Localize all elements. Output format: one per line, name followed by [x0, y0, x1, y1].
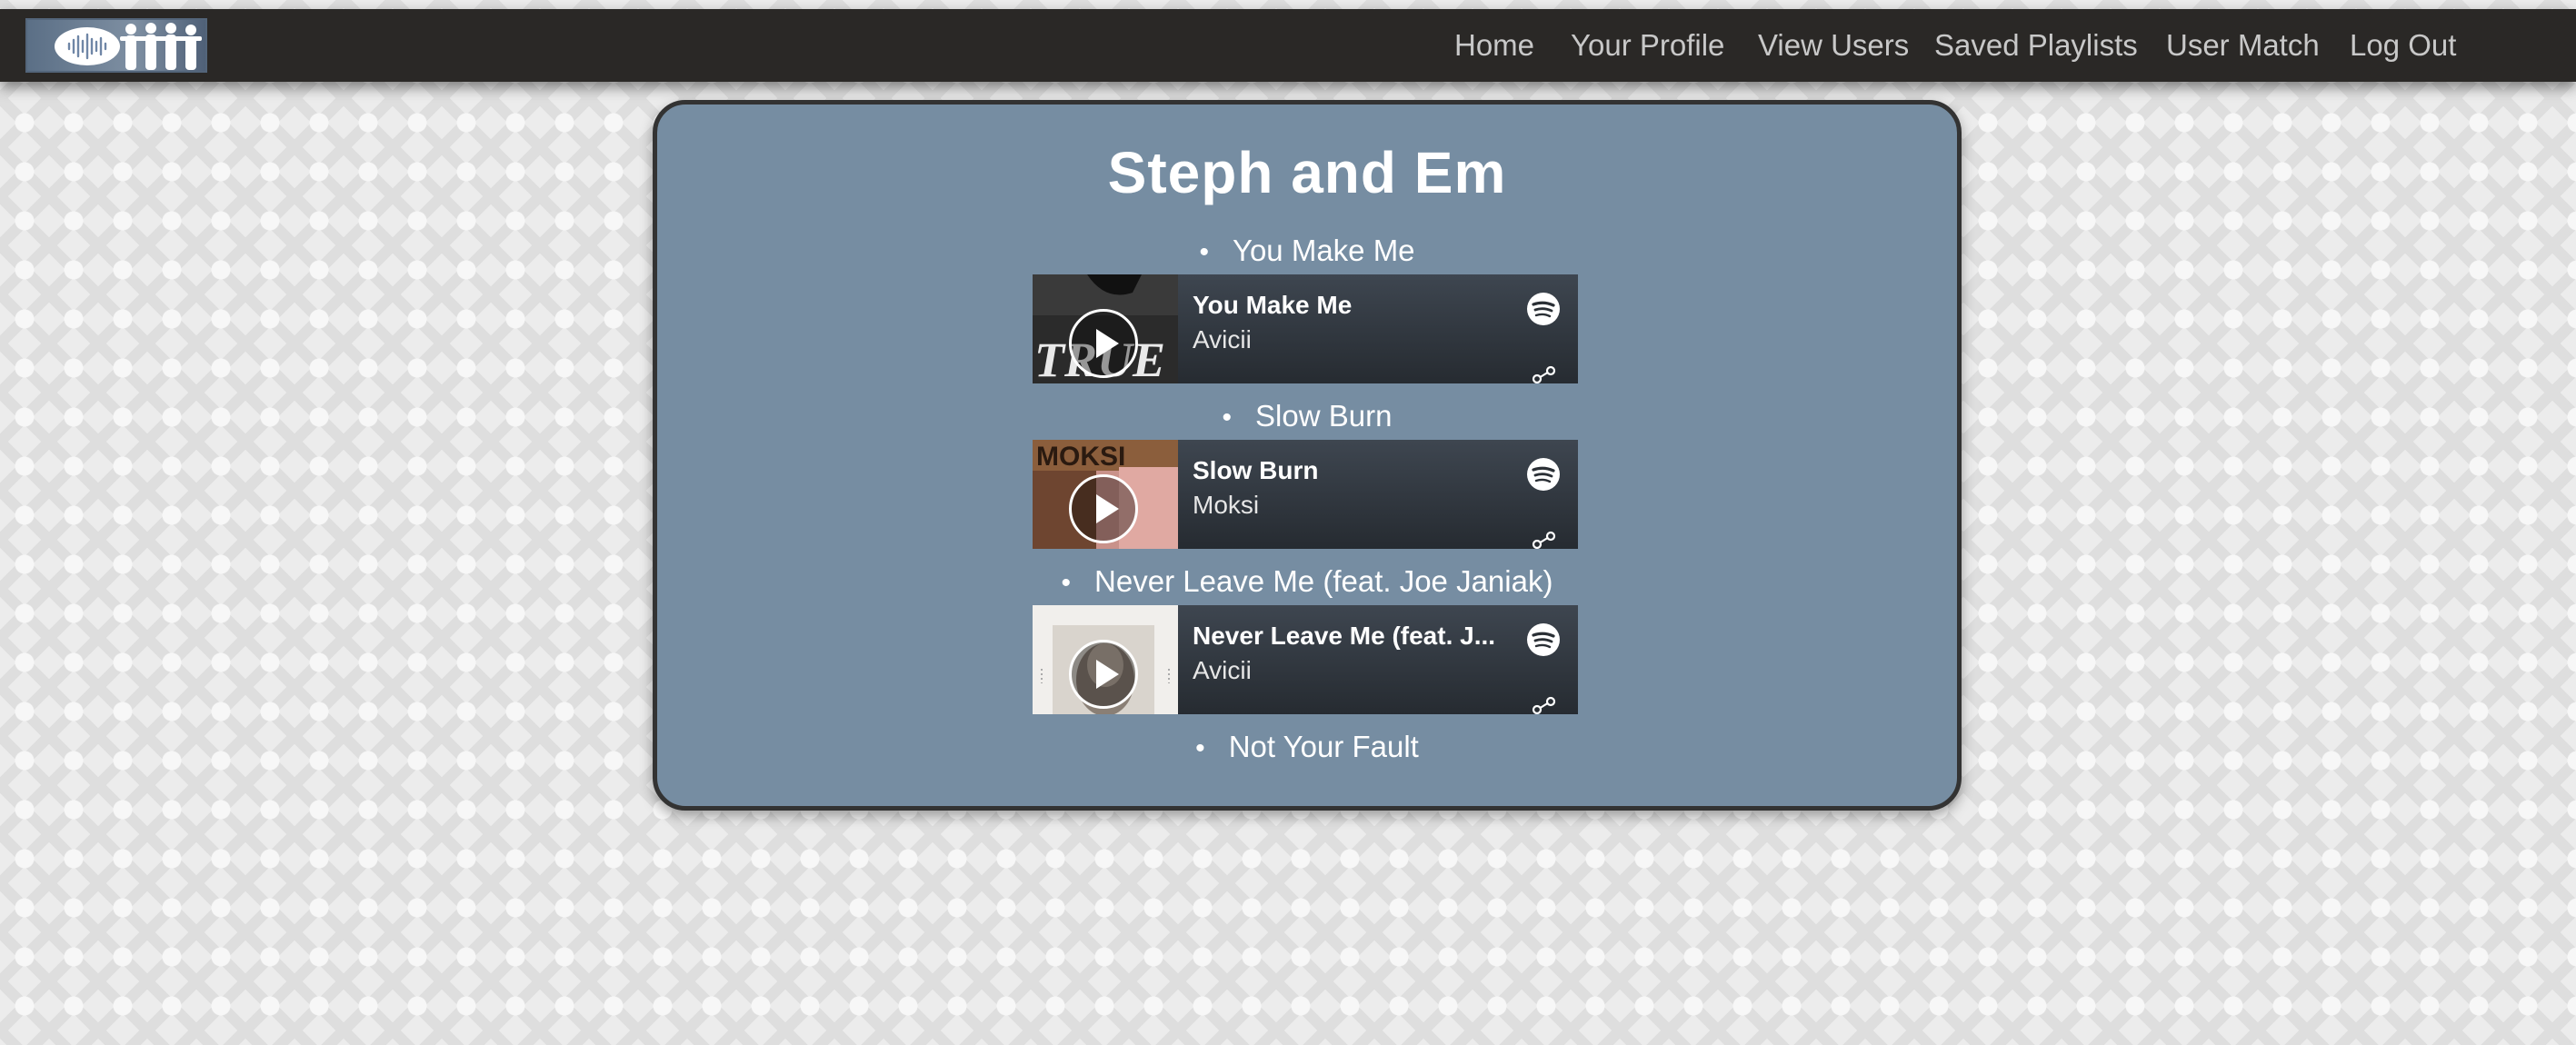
list-bullet: • [1222, 403, 1233, 433]
nav-saved-playlists[interactable]: Saved Playlists [1934, 9, 2138, 82]
embed-artist-name[interactable]: Moksi [1193, 491, 1259, 520]
app-logo[interactable] [25, 18, 207, 73]
spotify-icon[interactable] [1526, 622, 1561, 657]
song-title: Never Leave Me (feat. Joe Janiak) [1094, 564, 1553, 598]
logo-soundwave-icon [55, 27, 120, 65]
playlist-card: Steph and Em • You Make Me TRUE You Make … [653, 100, 1962, 811]
album-cover[interactable] [1033, 605, 1178, 714]
spotify-embed[interactable]: TRUE You Make Me Avicii [1033, 274, 1578, 383]
play-icon[interactable] [1069, 309, 1138, 378]
song-title: Slow Burn [1255, 399, 1393, 433]
song-list-item: • Slow Burn [657, 399, 1957, 433]
nav-your-profile[interactable]: Your Profile [1571, 9, 1724, 82]
nav-user-match[interactable]: User Match [2166, 9, 2320, 82]
song-list-item: • Not Your Fault [657, 730, 1957, 764]
share-icon[interactable] [1531, 696, 1558, 714]
playlist-title: Steph and Em [1107, 140, 1507, 205]
song-list-item: • Never Leave Me (feat. Joe Janiak) [657, 564, 1957, 599]
nav-view-users[interactable]: View Users [1758, 9, 1909, 82]
embed-track-title[interactable]: Slow Burn [1193, 456, 1511, 485]
embed-artist-name[interactable]: Avicii [1193, 325, 1252, 354]
album-cover[interactable]: MOKSI [1033, 440, 1178, 549]
song-list-item: • You Make Me [657, 234, 1957, 268]
spotify-icon[interactable] [1526, 457, 1561, 492]
list-bullet: • [1199, 237, 1209, 267]
play-icon[interactable] [1069, 640, 1138, 709]
spotify-embed[interactable]: Never Leave Me (feat. J... Avicii [1033, 605, 1578, 714]
svg-text:MOKSI: MOKSI [1036, 442, 1125, 472]
embed-track-title[interactable]: You Make Me [1193, 291, 1511, 320]
embed-artist-name[interactable]: Avicii [1193, 656, 1252, 685]
top-navbar: Home Your Profile View Users Saved Playl… [0, 9, 2576, 82]
share-icon[interactable] [1531, 365, 1558, 383]
play-icon[interactable] [1069, 474, 1138, 543]
song-title: You Make Me [1232, 234, 1415, 267]
song-title: Not Your Fault [1228, 730, 1419, 763]
spotify-icon[interactable] [1526, 292, 1561, 326]
album-cover[interactable]: TRUE [1033, 274, 1178, 383]
nav-home[interactable]: Home [1454, 9, 1534, 82]
logo-people-icon [120, 23, 202, 70]
list-bullet: • [1061, 568, 1072, 598]
spotify-embed[interactable]: MOKSI Slow Burn Moksi [1033, 440, 1578, 549]
nav-log-out[interactable]: Log Out [2350, 9, 2456, 82]
share-icon[interactable] [1531, 531, 1558, 549]
embed-track-title[interactable]: Never Leave Me (feat. J... [1193, 622, 1511, 651]
list-bullet: • [1195, 733, 1205, 763]
